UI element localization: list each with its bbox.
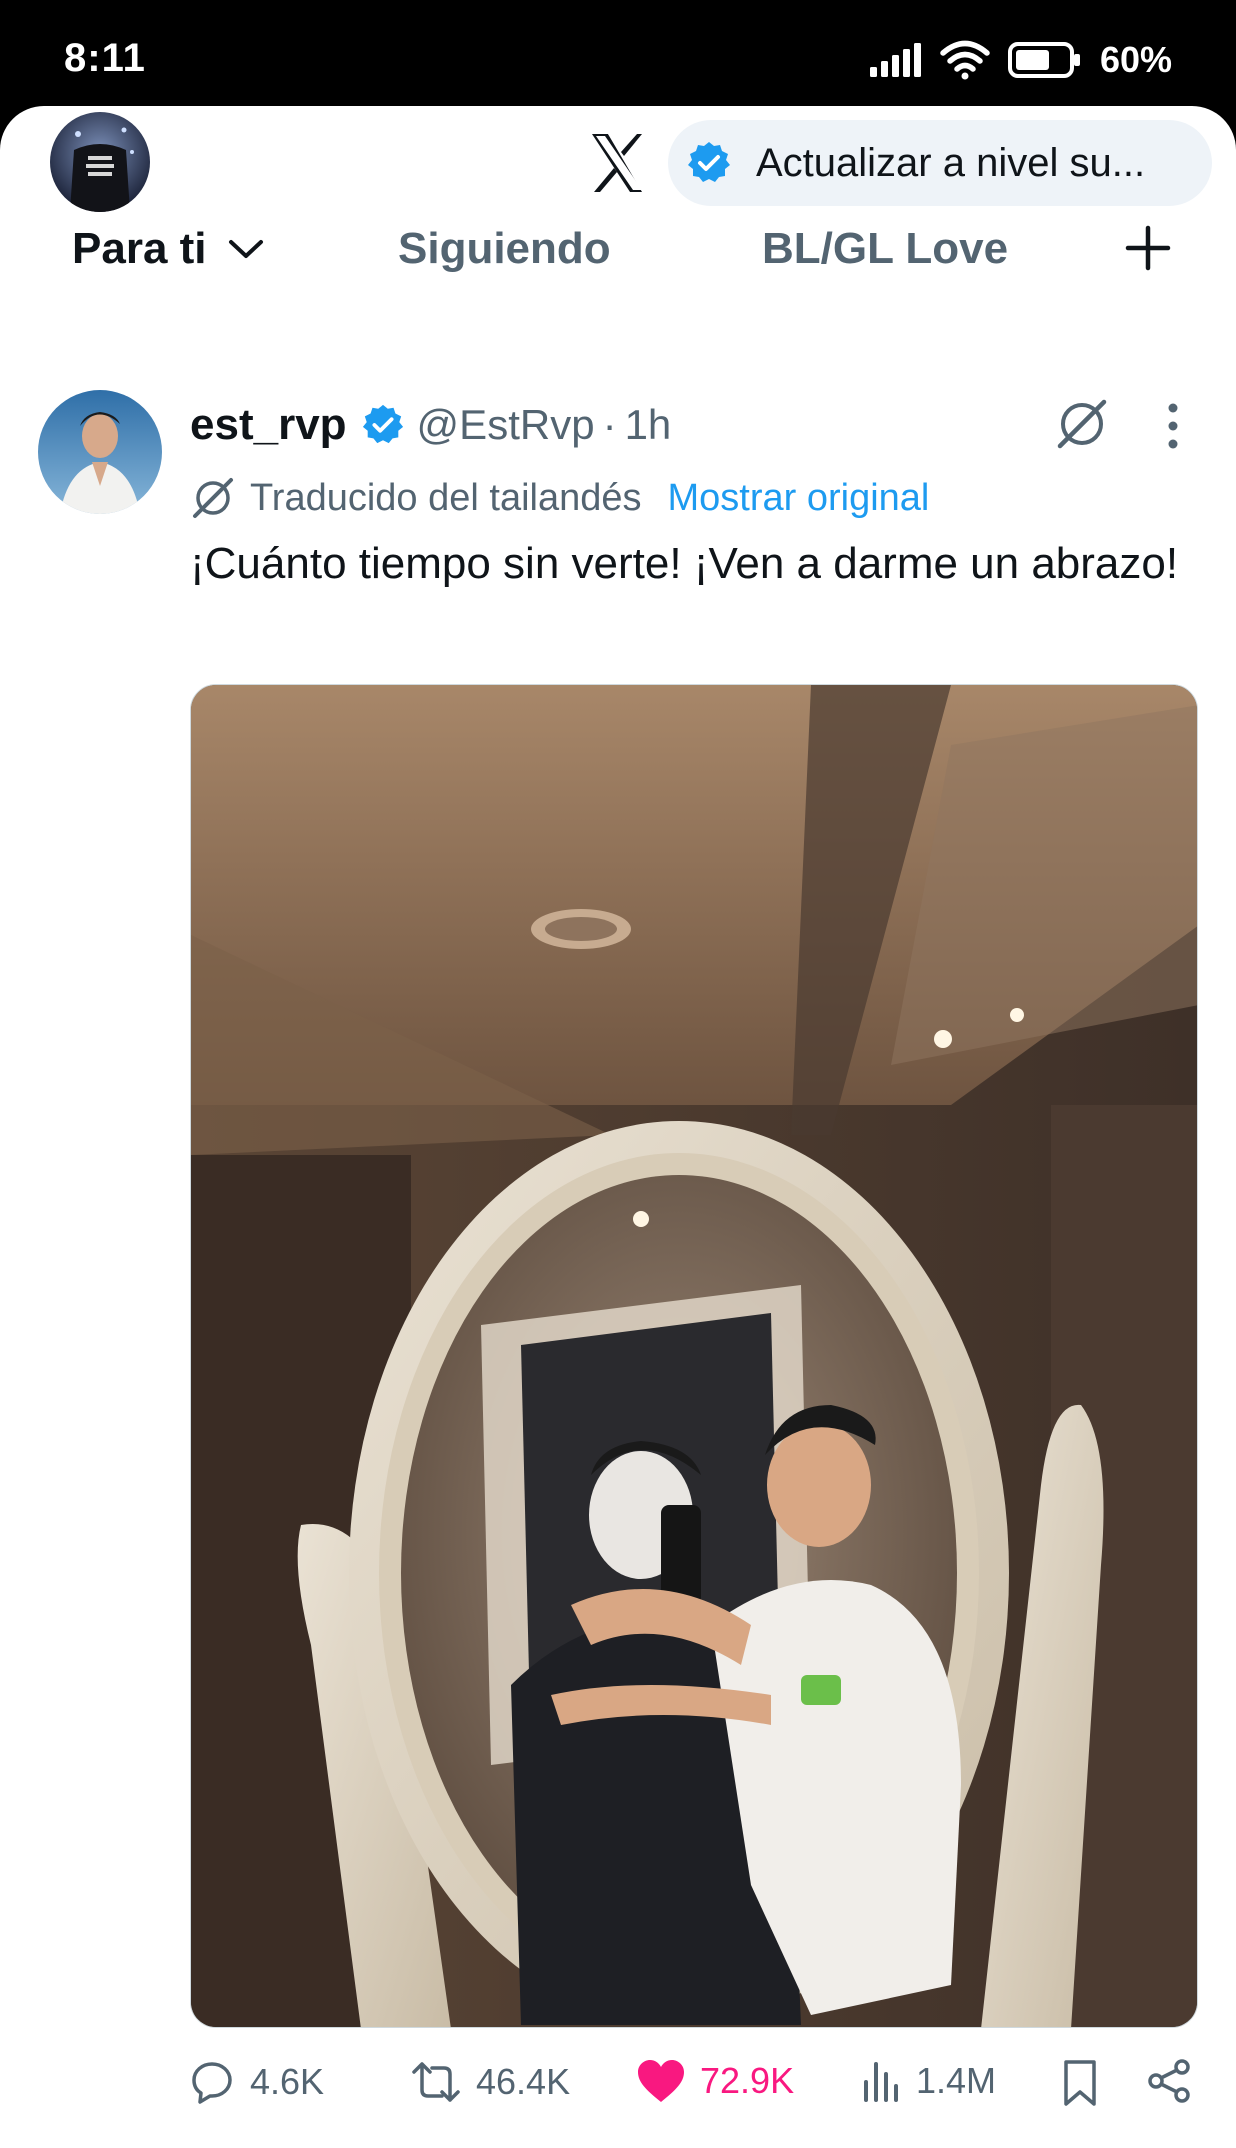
upgrade-label: Actualizar a nivel su...	[756, 140, 1146, 185]
views-icon	[864, 2062, 898, 2102]
repost-count: 46.4K	[476, 2061, 571, 2102]
share-button[interactable]	[1146, 2058, 1206, 2104]
upgrade-premium-button[interactable]: Actualizar a nivel su...	[668, 120, 1212, 206]
add-tab-icon[interactable]	[1122, 222, 1174, 274]
views-count: 1.4M	[916, 2060, 997, 2101]
like-count: 72.9K	[700, 2060, 795, 2101]
author-handle[interactable]: @EstRvp	[417, 401, 595, 449]
reply-button[interactable]: 4.6K	[188, 2058, 324, 2106]
tweet-photo[interactable]	[190, 684, 1198, 2028]
views-button[interactable]: 1.4M	[862, 2058, 996, 2104]
author-avatar-image	[38, 390, 162, 514]
translation-notice: Traducido del tailandés Mostrar original	[190, 468, 929, 528]
tweet-text: ¡Cuánto tiempo sin verte! ¡Ven a darme u…	[190, 539, 1179, 588]
author-display-name[interactable]: est_rvp	[190, 400, 347, 450]
tweet-header: est_rvp @EstRvp · 1h	[190, 390, 671, 460]
tab-siguiendo[interactable]: Siguiendo	[398, 224, 611, 274]
share-icon	[1148, 2059, 1190, 2103]
bookmark-button[interactable]	[1060, 2058, 1114, 2108]
like-button[interactable]: 72.9K	[636, 2058, 794, 2104]
tweet-author-avatar[interactable]	[38, 390, 162, 514]
tweet-actions: 4.6K 46.4K 72.9K 1.4M	[0, 2046, 1236, 2126]
signal-icon	[869, 43, 921, 77]
repost-icon	[412, 2062, 460, 2102]
wifi-icon	[940, 40, 990, 80]
status-bar: 8:11 60%	[0, 0, 1236, 118]
profile-avatar[interactable]	[50, 112, 150, 212]
status-time: 8:11	[64, 36, 146, 80]
verified-badge-icon	[688, 142, 730, 182]
separator-dot: ·	[602, 401, 617, 448]
heart-filled-icon	[638, 2060, 684, 2102]
avatar-image	[50, 112, 150, 212]
chevron-down-icon[interactable]	[227, 237, 265, 261]
grok-icon[interactable]	[1054, 396, 1110, 452]
battery-percent: 60%	[1099, 39, 1172, 80]
more-options-icon[interactable]	[1158, 398, 1188, 454]
tweet-time[interactable]: 1h	[625, 401, 672, 449]
verified-badge-icon	[362, 404, 403, 444]
show-original-link[interactable]: Mostrar original	[668, 477, 930, 520]
reply-icon	[192, 2062, 232, 2104]
translated-label: Traducido del tailandés	[250, 476, 642, 519]
translate-icon	[193, 478, 233, 518]
tab-para-ti[interactable]: Para ti	[72, 224, 265, 274]
mirror-selfie-image	[191, 685, 1197, 2027]
battery-icon	[1007, 42, 1080, 78]
tab-bl-gl-love[interactable]: BL/GL Love	[762, 224, 1008, 274]
x-logo-icon[interactable]	[586, 130, 652, 196]
reply-count: 4.6K	[250, 2061, 325, 2102]
status-icons: 60%	[869, 38, 1172, 82]
app-container: Actualizar a nivel su... Para ti Siguien…	[0, 106, 1236, 2148]
repost-button[interactable]: 46.4K	[410, 2058, 570, 2106]
tab-label: Para ti	[72, 224, 207, 273]
bookmark-icon	[1064, 2060, 1096, 2106]
